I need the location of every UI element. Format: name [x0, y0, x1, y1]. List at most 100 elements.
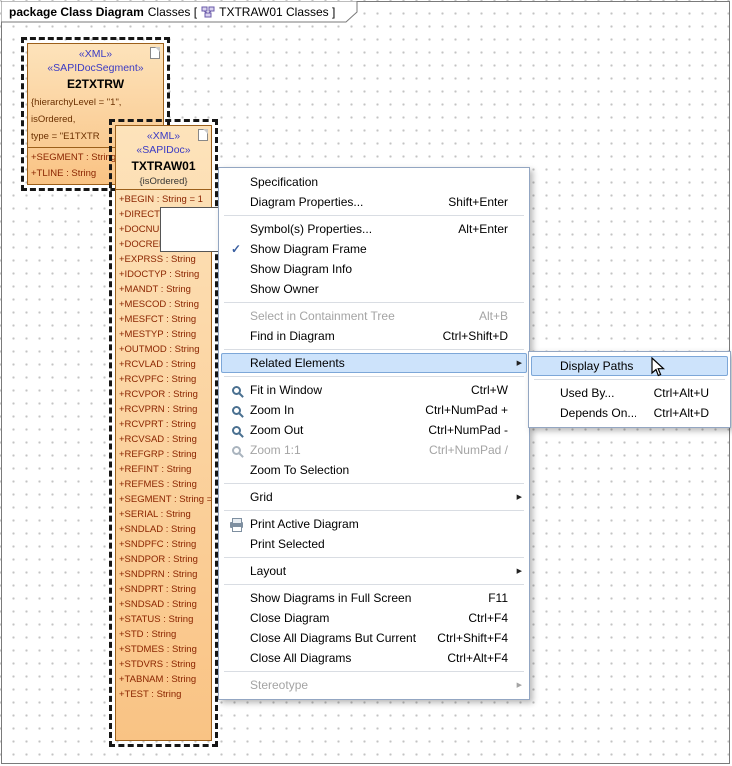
submenu-arrow-icon: ▶ [512, 681, 522, 689]
menu-item[interactable]: ✓ Specification ▶ [221, 172, 527, 192]
print-icon [230, 522, 243, 528]
menu-item[interactable]: ✓ Fit in Window Ctrl+W ▶ [221, 380, 527, 400]
menu-item-label: Show Diagrams in Full Screen [250, 591, 470, 605]
attribute[interactable]: +SNDPFC : String [119, 537, 211, 552]
menu-item[interactable]: ✓ Grid ▶ [221, 487, 527, 507]
menu-item-label: Show Owner [250, 282, 490, 296]
class-name: TXTRAW01 [116, 157, 211, 175]
menu-item[interactable]: ✓ Display Paths ▶ [531, 356, 728, 376]
menu-item-shortcut: Ctrl+Alt+U [654, 386, 713, 400]
menu-item-label: Fit in Window [250, 383, 453, 397]
attribute[interactable]: +RCVSAD : String [119, 432, 211, 447]
menu-item-label: Zoom In [250, 403, 407, 417]
attribute[interactable]: +REFGRP : String [119, 447, 211, 462]
attribute[interactable]: +RCVPRT : String [119, 417, 211, 432]
menu-item-label: Specification [250, 175, 490, 189]
menu-item-shortcut: Ctrl+Shift+D [443, 329, 512, 343]
menu-item-label: Find in Diagram [250, 329, 425, 343]
attribute[interactable]: +IDOCTYP : String [119, 267, 211, 282]
menu-item-label: Select in Containment Tree [250, 309, 461, 323]
attribute[interactable]: +SERIAL : String [119, 507, 211, 522]
attribute[interactable]: +STDMES : String [119, 642, 211, 657]
attribute[interactable]: +SNDPRN : String [119, 567, 211, 582]
menu-item-shortcut: Shift+Enter [448, 195, 512, 209]
menu-item[interactable]: ✓ Show Owner ▶ [221, 279, 527, 299]
menu-separator: ✓ ▶ [534, 379, 725, 380]
menu-item[interactable]: ✓ Related Elements ▶ [221, 353, 527, 373]
menu-item[interactable]: ✓ Diagram Properties... Shift+Enter ▶ [221, 192, 527, 212]
menu-item-label: Close All Diagrams [250, 651, 429, 665]
menu-item[interactable]: ✓ Show Diagram Info ▶ [221, 259, 527, 279]
attribute[interactable]: +REFMES : String [119, 477, 211, 492]
attribute[interactable]: +SNDSAD : String [119, 597, 211, 612]
attribute[interactable]: +BEGIN : String = 1 [119, 192, 211, 207]
menu-item[interactable]: ✓ Depends On... Ctrl+Alt+D ▶ [531, 403, 728, 423]
menu-item[interactable]: ✓ Layout ▶ [221, 561, 527, 581]
attribute[interactable]: +OUTMOD : String [119, 342, 211, 357]
menu-item[interactable]: ✓ Print Active Diagram ▶ [221, 514, 527, 534]
submenu-arrow-icon: ▶ [512, 567, 522, 575]
menu-separator: ✓ ▶ [224, 483, 524, 484]
attribute[interactable]: +MESFCT : String [119, 312, 211, 327]
menu-item-label: Close All Diagrams But Current [250, 631, 419, 645]
menu-item[interactable]: ✓ Show Diagrams in Full Screen F11 ▶ [221, 588, 527, 608]
attribute[interactable]: +SEGMENT : String = 1 [119, 492, 211, 507]
menu-item-label: Print Selected [250, 537, 490, 551]
tagged-values: {isOrdered} [116, 175, 211, 189]
zoom-icon [232, 406, 241, 415]
menu-item-shortcut: Ctrl+W [471, 383, 512, 397]
attribute[interactable]: +STATUS : String [119, 612, 211, 627]
diagram-frame-header[interactable]: package Class Diagram Classes [ TXTRAW01… [1, 1, 359, 28]
stereotype-label: «SAPIDoc» [116, 143, 211, 157]
menu-item[interactable]: ✓ Zoom To Selection ▶ [221, 460, 527, 480]
menu-item[interactable]: ✓ Find in Diagram Ctrl+Shift+D ▶ [221, 326, 527, 346]
attribute[interactable]: +MANDT : String [119, 282, 211, 297]
menu-item[interactable]: ✓ Close Diagram Ctrl+F4 ▶ [221, 608, 527, 628]
menu-separator: ✓ ▶ [224, 510, 524, 511]
menu-item-shortcut: Ctrl+Alt+D [654, 406, 713, 420]
partially-hidden-element [160, 207, 222, 252]
attribute[interactable]: +STDVRS : String [119, 657, 211, 672]
menu-item[interactable]: ✓ Zoom Out Ctrl+NumPad - ▶ [221, 420, 527, 440]
attribute-compartment: +BEGIN : String = 1+DIRECT : String+DOCN… [116, 189, 211, 702]
menu-item[interactable]: ✓ Zoom In Ctrl+NumPad + ▶ [221, 400, 527, 420]
attribute[interactable]: +SNDLAD : String [119, 522, 211, 537]
menu-item[interactable]: ✓ Stereotype ▶ [221, 675, 527, 695]
menu-item[interactable]: ✓ Close All Diagrams But Current Ctrl+Sh… [221, 628, 527, 648]
attribute[interactable]: +STD : String [119, 627, 211, 642]
diagram-canvas[interactable]: package Class Diagram Classes [ TXTRAW01… [0, 0, 732, 766]
submenu-arrow-icon: ▶ [512, 359, 522, 367]
attribute[interactable]: +SNDPOR : String [119, 552, 211, 567]
menu-separator: ✓ ▶ [224, 215, 524, 216]
check-icon: ✓ [231, 242, 241, 256]
menu-item[interactable]: ✓ Close All Diagrams Ctrl+Alt+F4 ▶ [221, 648, 527, 668]
attribute[interactable]: +REFINT : String [119, 462, 211, 477]
frame-package-label: Classes [ [148, 5, 197, 19]
stereotype-label: «XML» [28, 47, 163, 61]
menu-item[interactable]: ✓ Zoom 1:1 Ctrl+NumPad / ▶ [221, 440, 527, 460]
attribute[interactable]: +RCVPRN : String [119, 402, 211, 417]
menu-item-label: Layout [250, 564, 490, 578]
menu-item-label: Diagram Properties... [250, 195, 430, 209]
menu-item-shortcut: Ctrl+Alt+F4 [447, 651, 512, 665]
attribute[interactable]: +RCVLAD : String [119, 357, 211, 372]
zoom-icon [232, 446, 241, 455]
attribute[interactable]: +MESTYP : String [119, 327, 211, 342]
context-menu: ✓ Specification ▶ ✓ Diagram Properties..… [218, 167, 530, 700]
menu-item-label: Stereotype [250, 678, 490, 692]
attribute[interactable]: +RCVPOR : String [119, 387, 211, 402]
attribute[interactable]: +EXPRSS : String [119, 252, 211, 267]
menu-item[interactable]: ✓ Show Diagram Frame ▶ [221, 239, 527, 259]
menu-item[interactable]: ✓ Print Selected ▶ [221, 534, 527, 554]
menu-item[interactable]: ✓ Symbol(s) Properties... Alt+Enter ▶ [221, 219, 527, 239]
menu-item-label: Show Diagram Frame [250, 242, 490, 256]
attribute[interactable]: +RCVPFC : String [119, 372, 211, 387]
stereotype-label: «XML» [116, 129, 211, 143]
attribute[interactable]: +TEST : String [119, 687, 211, 702]
attribute[interactable]: +MESCOD : String [119, 297, 211, 312]
attribute[interactable]: +SNDPRT : String [119, 582, 211, 597]
menu-item[interactable]: ✓ Used By... Ctrl+Alt+U ▶ [531, 383, 728, 403]
menu-item[interactable]: ✓ Select in Containment Tree Alt+B ▶ [221, 306, 527, 326]
frame-header-text: package Class Diagram Classes [ TXTRAW01… [9, 5, 335, 19]
attribute[interactable]: +TABNAM : String [119, 672, 211, 687]
